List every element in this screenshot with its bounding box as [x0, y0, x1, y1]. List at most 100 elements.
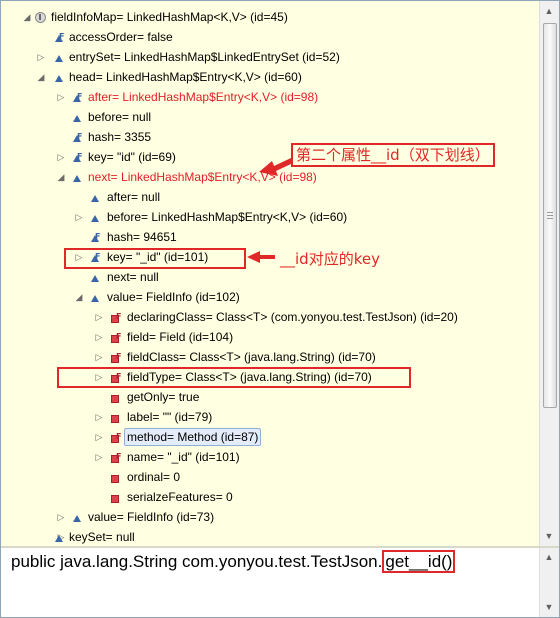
public-field-icon: [89, 291, 103, 304]
tree-collapsed-icon[interactable]: ▷: [55, 87, 67, 107]
tree-row-label: hash= 3355: [88, 130, 152, 144]
public-field-icon: [53, 531, 67, 544]
public-field-icon: [53, 51, 67, 64]
private-field-icon: [109, 411, 123, 424]
detail-prefix: public java.lang.String com.yonyou.test.…: [11, 552, 383, 571]
tree-collapsed-icon[interactable]: ▷: [55, 147, 67, 167]
tree-collapsed-icon[interactable]: ▷: [93, 347, 105, 367]
scroll-down-arrow-icon[interactable]: ▼: [542, 528, 556, 544]
tree-row-value-fieldclass[interactable]: ▷ FfieldClass= Class<T> (java.lang.String…: [1, 347, 539, 367]
tree-row-label: field= Field (id=104): [127, 330, 234, 344]
tree-collapsed-icon[interactable]: ▷: [93, 447, 105, 467]
highlight-key-row: [64, 248, 246, 269]
tree-row-label: serialzeFeatures= 0: [127, 490, 233, 504]
public-final-field-icon: F: [89, 231, 103, 244]
detail-vertical-scrollbar[interactable]: ▲ ▼: [539, 548, 559, 617]
tree-row-keyset[interactable]: ▷ keySet= null: [1, 527, 539, 546]
tree-row-label: keySet= null: [69, 530, 135, 544]
public-final-field-icon: F: [71, 91, 85, 104]
tree-collapsed-icon[interactable]: ▷: [93, 427, 105, 447]
tree-row-value-field[interactable]: ▷ Ffield= Field (id=104): [1, 327, 539, 347]
tree-row-head-next[interactable]: ◢ next= LinkedHashMap$Entry<K,V> (id=98): [1, 167, 539, 187]
tree-row-label: before= LinkedHashMap$Entry<K,V> (id=60): [107, 210, 348, 224]
variable-icon: [34, 11, 48, 24]
tree-expanded-icon[interactable]: ◢: [21, 7, 33, 27]
tree-expanded-icon[interactable]: ◢: [73, 287, 85, 307]
grip-line: [547, 218, 553, 219]
grip-line: [547, 212, 553, 213]
private-field-icon: [109, 391, 123, 404]
tree-row-next-hash[interactable]: Fhash= 94651: [1, 227, 539, 247]
tree-row-next-next[interactable]: next= null: [1, 267, 539, 287]
tree-row-label: after= null: [107, 190, 161, 204]
tree-row-value-label[interactable]: ▷ label= "" (id=79): [1, 407, 539, 427]
tree-collapsed-icon[interactable]: ▷: [93, 307, 105, 327]
public-field-icon: [89, 271, 103, 284]
public-field-icon: [53, 71, 67, 84]
tree-row-label: label= "" (id=79): [127, 410, 213, 424]
public-final-field-icon: F: [71, 151, 85, 164]
detail-text: public java.lang.String com.yonyou.test.…: [11, 549, 456, 575]
private-final-field-icon: F: [109, 351, 123, 364]
tree-row-entryset[interactable]: ▷ entrySet= LinkedHashMap$LinkedEntrySet …: [1, 47, 539, 67]
private-field-icon: [109, 471, 123, 484]
tree-row-head-before[interactable]: before= null: [1, 107, 539, 127]
scroll-up-arrow-icon[interactable]: ▲: [542, 550, 556, 564]
tree-row-value-name[interactable]: ▷ Fname= "_id" (id=101): [1, 447, 539, 467]
tree-row-entry-value[interactable]: ▷ value= FieldInfo (id=73): [1, 507, 539, 527]
tree-row-accessorder[interactable]: FaccessOrder= false: [1, 27, 539, 47]
tree-row-label: fieldClass= Class<T> (java.lang.String) …: [127, 350, 376, 364]
annotation-second-attribute: 第二个属性__id（双下划线）: [291, 143, 495, 167]
highlight-fieldtype-row: [57, 367, 411, 388]
tree-row-value-getonly[interactable]: getOnly= true: [1, 387, 539, 407]
tree-row-label: head= LinkedHashMap$Entry<K,V> (id=60): [69, 70, 302, 84]
variables-view: ◢ fieldInfoMap= LinkedHashMap<K,V> (id=45…: [0, 0, 560, 618]
tree-row-label: after= LinkedHashMap$Entry<K,V> (id=98): [88, 90, 319, 104]
public-field-icon: [89, 211, 103, 224]
tree-row-next-before[interactable]: ▷ before= LinkedHashMap$Entry<K,V> (id=60…: [1, 207, 539, 227]
tree-collapsed-icon[interactable]: ▷: [73, 207, 85, 227]
scroll-down-arrow-icon[interactable]: ▼: [542, 600, 556, 614]
tree-row-label: entrySet= LinkedHashMap$LinkedEntrySet (…: [69, 50, 340, 64]
tree-expanded-icon[interactable]: ◢: [55, 167, 67, 187]
tree-row-label: before= null: [88, 110, 152, 124]
tree-row-head-after[interactable]: ▷ Fafter= LinkedHashMap$Entry<K,V> (id=98…: [1, 87, 539, 107]
tree-row-value-method[interactable]: ▷ Fmethod= Method (id=87): [1, 427, 539, 447]
public-field-icon: [89, 191, 103, 204]
tree-row-value-declaringclass[interactable]: ▷ FdeclaringClass= Class<T> (com.yonyou.t…: [1, 307, 539, 327]
tree-expanded-icon[interactable]: ◢: [35, 67, 47, 87]
scrollbar-thumb[interactable]: [543, 23, 557, 408]
tree-collapsed-icon[interactable]: ▷: [93, 327, 105, 347]
tree-row-head[interactable]: ◢ head= LinkedHashMap$Entry<K,V> (id=60): [1, 67, 539, 87]
detail-pane[interactable]: public java.lang.String com.yonyou.test.…: [1, 548, 539, 617]
private-final-field-icon: F: [109, 311, 123, 324]
tree-row-label: getOnly= true: [127, 390, 200, 404]
tree-row-label: declaringClass= Class<T> (com.yonyou.tes…: [127, 310, 458, 324]
tree-row-label: method= Method (id=87): [124, 428, 262, 446]
tree-collapsed-icon[interactable]: ▷: [93, 407, 105, 427]
scroll-up-arrow-icon[interactable]: ▲: [542, 3, 556, 19]
private-final-field-icon: F: [109, 431, 123, 444]
tree-row-next-value[interactable]: ◢ value= FieldInfo (id=102): [1, 287, 539, 307]
tree-row-value-serialzefeatures[interactable]: serialzeFeatures= 0: [1, 487, 539, 507]
tree-vertical-scrollbar[interactable]: ▲ ▼: [539, 1, 559, 546]
tree-row-label: hash= 94651: [107, 230, 177, 244]
private-final-field-icon: F: [109, 331, 123, 344]
public-final-field-icon: F: [53, 31, 67, 44]
tree-row-next-after[interactable]: after= null: [1, 187, 539, 207]
tree-row-value-ordinal[interactable]: ordinal= 0: [1, 467, 539, 487]
public-final-field-icon: F: [71, 131, 85, 144]
tree-row-label: value= FieldInfo (id=102): [107, 290, 240, 304]
tree-collapsed-icon[interactable]: ▷: [35, 47, 47, 67]
tree-row-label: key= "id" (id=69): [88, 150, 176, 164]
tree-row-label: fieldInfoMap= LinkedHashMap<K,V> (id=45): [51, 10, 288, 24]
tree-row-label: next= LinkedHashMap$Entry<K,V> (id=98): [88, 170, 317, 184]
tree-collapsed-icon[interactable]: ▷: [55, 507, 67, 527]
tree-row-root-fieldinfomap[interactable]: ◢ fieldInfoMap= LinkedHashMap<K,V> (id=45…: [1, 7, 539, 27]
public-field-icon: [71, 111, 85, 124]
public-field-icon: [71, 171, 85, 184]
tree-row-label: ordinal= 0: [127, 470, 181, 484]
private-field-icon: [109, 491, 123, 504]
grip-line: [547, 215, 553, 216]
private-final-field-icon: F: [109, 451, 123, 464]
